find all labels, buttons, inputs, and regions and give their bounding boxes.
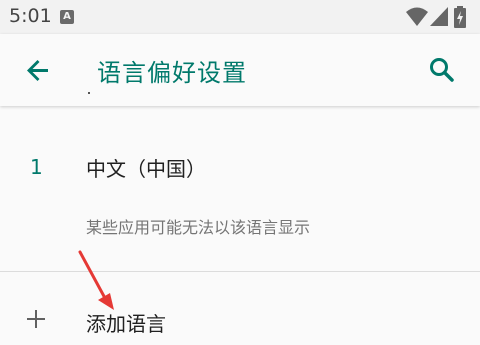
- app-toolbar: 语言偏好设置: [0, 34, 480, 106]
- status-bar: 5:01 A: [0, 0, 480, 34]
- stray-dot: [88, 92, 90, 94]
- list-divider: [0, 271, 480, 272]
- add-language-label: 添加语言: [86, 312, 166, 336]
- page-title: 语言偏好设置: [97, 59, 247, 87]
- cellular-signal-icon: [430, 7, 448, 26]
- language-order-number: 1: [30, 155, 43, 179]
- back-button[interactable]: [16, 48, 60, 92]
- status-time: 5:01: [9, 5, 52, 27]
- language-preferences-screen: 5:01 A 语言偏好设置 1 中文（中国） 某些应用可能无法以该语言显示 添加…: [0, 0, 480, 345]
- wifi-icon: [406, 7, 428, 26]
- language-name: 中文（中国）: [86, 157, 206, 181]
- arrow-back-icon: [27, 60, 48, 81]
- search-button[interactable]: [420, 48, 464, 92]
- language-list-item[interactable]: 1 中文（中国） 某些应用可能无法以该语言显示: [0, 110, 480, 270]
- plus-icon: [27, 310, 45, 328]
- notification-icon: A: [60, 10, 74, 24]
- system-icons: [406, 6, 470, 28]
- search-icon: [430, 58, 454, 82]
- add-language-button[interactable]: 添加语言: [0, 290, 480, 345]
- battery-icon: [454, 6, 466, 28]
- language-warning-text: 某些应用可能无法以该语言显示: [86, 218, 311, 237]
